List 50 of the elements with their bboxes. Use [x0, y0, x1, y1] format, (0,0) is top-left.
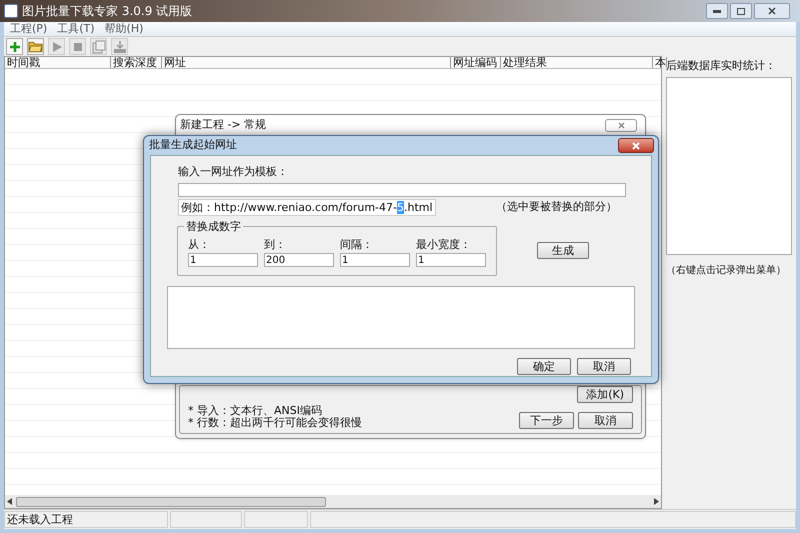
minimize-icon — [713, 10, 721, 12]
close-icon — [768, 7, 776, 15]
maximize-icon — [737, 8, 745, 14]
panel-hint: （右键点击记录弹出菜单） — [666, 264, 787, 278]
field-label: 从： — [188, 236, 211, 252]
panel-label: 后端数据库实时统计： — [666, 58, 777, 74]
maximize-button[interactable] — [730, 3, 752, 19]
ok-button[interactable]: 确定 — [517, 358, 571, 374]
dialog-title: 批量生成起始网址 — [149, 137, 237, 154]
number-input[interactable]: 200 — [264, 253, 334, 267]
note-text: * 导入：文本行、ANSI编码 — [188, 405, 322, 417]
scrollbar-thumb[interactable] — [16, 496, 326, 506]
close-icon — [632, 142, 640, 150]
right-arrow-icon[interactable] — [654, 498, 659, 505]
dialog-title: 新建工程 -> 常规 — [180, 116, 266, 133]
cancel-button[interactable]: 取消 — [578, 412, 633, 429]
menu-item[interactable]: 工程(P) — [10, 20, 48, 38]
app-icon — [4, 4, 18, 18]
window-title: 图片批量下载专家 3.0.9 试用版 — [22, 3, 192, 20]
cancel-button[interactable]: 取消 — [577, 358, 631, 374]
number-input[interactable]: 1 — [340, 253, 410, 267]
result-textarea[interactable] — [167, 286, 635, 348]
field-label: 最小宽度： — [416, 236, 472, 252]
field-label: 到： — [264, 236, 287, 252]
column-header[interactable]: 本 — [653, 57, 667, 68]
field-label: 间隔： — [340, 236, 374, 252]
left-arrow-icon[interactable] — [7, 498, 12, 505]
column-header[interactable]: 网址 — [162, 57, 451, 68]
note-text: * 行数：超出两千行可能会变得很慢 — [188, 417, 362, 429]
close-button[interactable] — [618, 138, 654, 153]
next-button[interactable]: 下一步 — [519, 412, 574, 429]
add-button[interactable]: 添加(K) — [577, 386, 633, 403]
number-input[interactable]: 1 — [416, 253, 486, 267]
example-text[interactable]: 例如：http://www.reniao.com/forum-47-5.html — [178, 198, 436, 216]
hint-text: （选中要被替换的部分） — [496, 198, 617, 215]
minimize-button[interactable] — [706, 3, 728, 19]
column-header[interactable]: 处理结果 — [501, 57, 653, 68]
template-input[interactable] — [178, 182, 626, 196]
menu-item[interactable]: 工具(T) — [57, 20, 95, 38]
column-header[interactable]: 网址编码 — [451, 57, 501, 68]
column-header[interactable]: 搜索深度 — [111, 57, 162, 68]
number-input[interactable]: 1 — [188, 253, 258, 267]
template-label: 输入一网址作为模板： — [178, 164, 289, 180]
horizontal-scrollbar[interactable] — [5, 495, 661, 508]
close-button[interactable] — [754, 3, 790, 19]
generate-button[interactable]: 生成 — [537, 242, 589, 259]
column-header[interactable]: 时间戳 — [5, 57, 111, 68]
menu-item[interactable]: 帮助(H) — [104, 20, 144, 38]
close-icon — [618, 122, 624, 128]
status-text: 还未载入工程 — [4, 511, 168, 528]
